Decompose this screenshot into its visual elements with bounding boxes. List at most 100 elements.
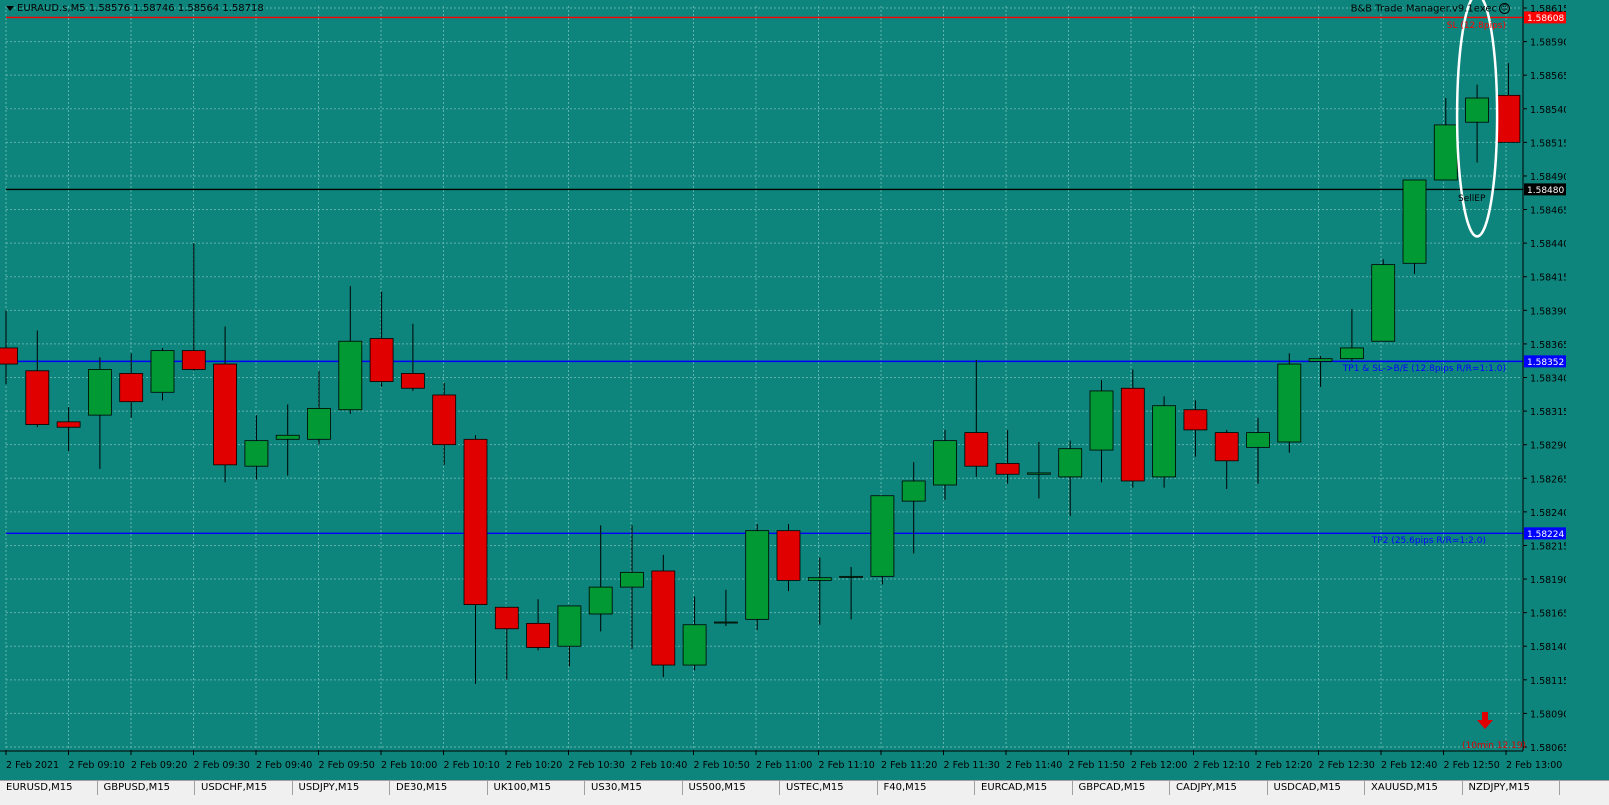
price-label: 1.58440 bbox=[1530, 239, 1566, 250]
price-label: 1.58115 bbox=[1530, 676, 1566, 687]
candle-bull bbox=[275, 434, 300, 440]
time-label: 2 Feb 10:50 bbox=[694, 760, 750, 771]
price-label: 1.58565 bbox=[1530, 71, 1566, 82]
candle-bull bbox=[557, 605, 582, 647]
time-label: 2 Feb 09:30 bbox=[194, 760, 250, 771]
candle-bull bbox=[839, 575, 863, 578]
candle-bull bbox=[714, 621, 738, 624]
price-label: 1.58090 bbox=[1530, 709, 1566, 720]
chart-tab[interactable]: US500,M15 bbox=[682, 781, 780, 795]
time-label: 2 Feb 12:40 bbox=[1381, 760, 1437, 771]
time-label: 2 Feb 09:40 bbox=[256, 760, 312, 771]
chart-tab[interactable]: F40,M15 bbox=[877, 781, 975, 795]
candle-bull bbox=[1340, 347, 1364, 360]
chart-tab[interactable]: CADJPY,M15 bbox=[1170, 781, 1268, 795]
smiley-icon: ☺ bbox=[1499, 3, 1510, 14]
price-label: 1.58365 bbox=[1530, 340, 1566, 351]
candle-bear bbox=[119, 373, 144, 403]
symbol-info[interactable]: EURAUD.s,M5 1.58576 1.58746 1.58564 1.58… bbox=[6, 3, 264, 14]
chart-tab[interactable]: USDJPY,M15 bbox=[292, 781, 390, 795]
time-label: 2 Feb 10:20 bbox=[506, 760, 562, 771]
time-label: 2 Feb 12:30 bbox=[1319, 760, 1375, 771]
price-label: 1.58390 bbox=[1530, 306, 1566, 317]
candle-bull bbox=[1277, 363, 1302, 443]
chart-tab[interactable]: USDCAD,M15 bbox=[1267, 781, 1365, 795]
candle-bear bbox=[526, 622, 550, 648]
candle-bear bbox=[369, 338, 394, 382]
dropdown-triangle-icon[interactable] bbox=[6, 5, 14, 11]
price-label: 1.58415 bbox=[1530, 273, 1566, 284]
chart-tab[interactable]: EURCAD,M15 bbox=[975, 781, 1073, 795]
chart-tab[interactable]: US30,M15 bbox=[585, 781, 683, 795]
price-label: 1.58515 bbox=[1530, 138, 1566, 149]
price-label: 1.58315 bbox=[1530, 407, 1566, 418]
chart-tab[interactable]: GBPCAD,M15 bbox=[1072, 781, 1170, 795]
price-label: 1.58290 bbox=[1530, 441, 1566, 452]
time-label: 2 Feb 2021 bbox=[6, 760, 59, 771]
time-label: 2 Feb 12:20 bbox=[1256, 760, 1312, 771]
candle-bull bbox=[1089, 390, 1114, 451]
price-label: 1.58265 bbox=[1530, 474, 1566, 485]
price-label: 1.58240 bbox=[1530, 508, 1566, 519]
candle-bear bbox=[181, 350, 206, 370]
candle-bull bbox=[1371, 264, 1396, 342]
candle-bull bbox=[870, 495, 895, 577]
candle-bull bbox=[807, 577, 832, 581]
trade-levels: 1.58608 1.58480 1.58352 1.58224 bbox=[6, 11, 1566, 540]
expert-advisor-name[interactable]: B&B Trade Manager.v9.1exec ☺ bbox=[1351, 3, 1510, 15]
candlestick-chart[interactable]: 1.586081.584801.583521.58224 1.586151.58… bbox=[0, 0, 1566, 780]
price-label: 1.58215 bbox=[1530, 541, 1566, 552]
chart-area[interactable]: 1.58608 1.58480 1.58352 1.58224 1.58615 1.58… bbox=[0, 0, 1566, 780]
candle-bull bbox=[933, 440, 957, 486]
chart-tab[interactable]: DE30,M15 bbox=[390, 781, 488, 795]
time-label: 2 Feb 11:00 bbox=[756, 760, 812, 771]
candle-bull bbox=[682, 624, 707, 666]
candle-bull bbox=[1152, 405, 1176, 478]
candle-bull bbox=[745, 530, 770, 620]
entry-line-label: SellEP bbox=[1458, 194, 1486, 204]
time-label: 2 Feb 10:10 bbox=[444, 760, 500, 771]
candle-bull bbox=[244, 440, 269, 467]
time-label: 2 Feb 09:10 bbox=[69, 760, 125, 771]
candle-bull bbox=[620, 571, 644, 588]
chart-tab[interactable]: NZDJPY,M15 bbox=[1462, 781, 1560, 795]
time-label: 2 Feb 10:00 bbox=[381, 760, 437, 771]
chart-tab[interactable]: XAUUSD,M15 bbox=[1365, 781, 1463, 795]
price-label: 1.58465 bbox=[1530, 206, 1566, 217]
chart-tab[interactable]: UK100,M15 bbox=[487, 781, 585, 795]
sell-arrow-icon bbox=[1477, 712, 1493, 729]
time-label: 2 Feb 09:50 bbox=[319, 760, 375, 771]
price-label: 1.58490 bbox=[1530, 172, 1566, 183]
price-label: 1.58540 bbox=[1530, 105, 1566, 116]
chart-tabs-bar: EURUSD,M15 GBPUSD,M15 USDCHF,M15 USDJPY,M15… bbox=[0, 780, 1609, 805]
time-label: 2 Feb 13:00 bbox=[1506, 760, 1562, 771]
price-label: 1.58340 bbox=[1530, 374, 1566, 385]
countdown-label: (10min 12.19) bbox=[1462, 741, 1527, 751]
candle-bull bbox=[1246, 432, 1270, 448]
tp1-line-label: TP1 & SL->B/E (12.8pips R/R=1:1.0) bbox=[1342, 364, 1506, 374]
time-label: 2 Feb 12:00 bbox=[1131, 760, 1187, 771]
candle-bull bbox=[88, 369, 112, 416]
price-label: 1.58615 bbox=[1530, 4, 1566, 15]
symbol-ohlc: EURAUD.s,M5 1.58576 1.58746 1.58564 1.58… bbox=[17, 3, 264, 14]
price-label: 1.58165 bbox=[1530, 609, 1566, 620]
time-label: 2 Feb 11:20 bbox=[881, 760, 937, 771]
candle-bull bbox=[1402, 179, 1427, 264]
candle-bear bbox=[25, 370, 50, 425]
chart-tab[interactable]: USTEC,M15 bbox=[780, 781, 878, 795]
tp1-line-price-text: 1.58352 bbox=[1527, 358, 1564, 368]
time-label: 2 Feb 12:50 bbox=[1444, 760, 1500, 771]
candle-bear bbox=[494, 606, 519, 630]
candle-bear bbox=[1496, 94, 1521, 143]
chart-tab[interactable]: USDCHF,M15 bbox=[195, 781, 293, 795]
candle-bear bbox=[1183, 409, 1208, 431]
candles bbox=[0, 63, 1521, 684]
candle-bear bbox=[432, 394, 457, 446]
time-label: 2 Feb 11:50 bbox=[1069, 760, 1125, 771]
chart-tab[interactable]: GBPUSD,M15 bbox=[97, 781, 195, 795]
candle-bear bbox=[1214, 432, 1239, 462]
chart-tab[interactable]: EURUSD,M15 bbox=[0, 781, 98, 795]
candle-bull bbox=[901, 480, 926, 502]
candle-bear bbox=[0, 347, 18, 365]
tp2-line-price-text: 1.58224 bbox=[1527, 530, 1564, 540]
